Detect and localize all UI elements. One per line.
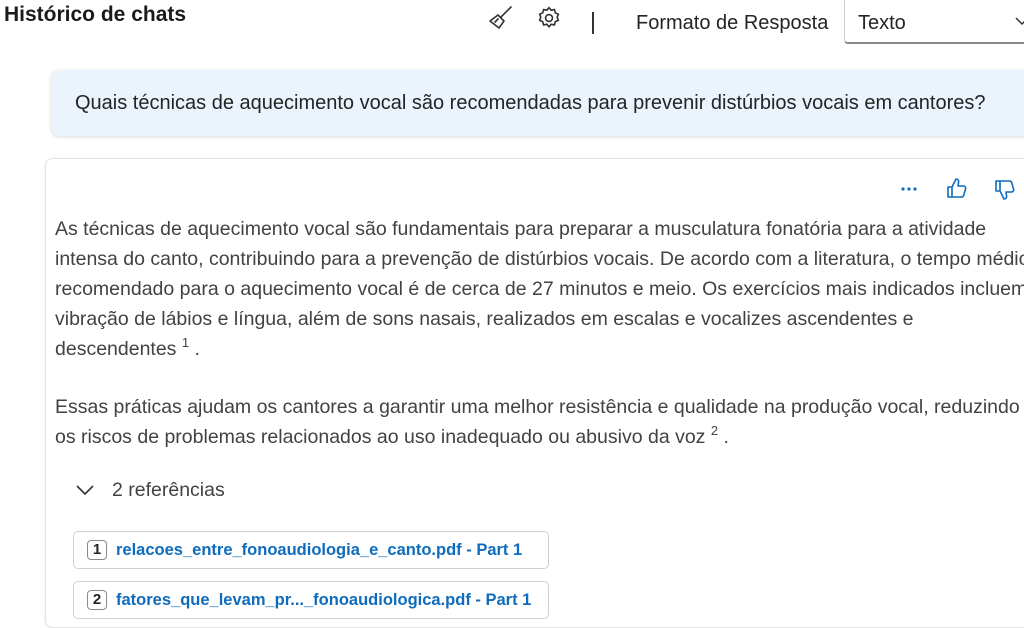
answer-paragraph-text: Essas práticas ajudam os cantores a gara…	[55, 396, 1020, 448]
reference-number: 2	[87, 590, 107, 610]
references-label: 2 referências	[112, 479, 225, 501]
format-select-value: Texto	[858, 12, 906, 34]
broom-icon[interactable]	[488, 5, 514, 31]
thumbs-down-icon[interactable]	[993, 178, 1015, 202]
reference-chip[interactable]: 1 relacoes_entre_fonoaudiologia_e_canto.…	[73, 531, 549, 569]
toolbar-divider	[592, 12, 594, 34]
answer-paragraph: As técnicas de aquecimento vocal são fun…	[55, 214, 1024, 366]
assistant-answer-card: As técnicas de aquecimento vocal são fun…	[45, 158, 1024, 628]
reference-filename: fatores_que_levam_pr..._fonoaudiologica.…	[116, 591, 532, 609]
answer-paragraph: Essas práticas ajudam os cantores a gara…	[55, 392, 1024, 454]
gear-icon[interactable]	[536, 5, 562, 31]
reference-number: 1	[87, 540, 107, 560]
thumbs-up-icon[interactable]	[945, 176, 967, 200]
period: .	[194, 338, 200, 360]
reference-filename: relacoes_entre_fonoaudiologia_e_canto.pd…	[116, 541, 523, 559]
more-icon[interactable]	[899, 183, 919, 195]
user-question-bubble: Quais técnicas de aquecimento vocal são …	[51, 70, 1024, 136]
chevron-down-icon	[1015, 17, 1024, 26]
page-title: Histórico de chats	[4, 3, 187, 26]
user-question-text: Quais técnicas de aquecimento vocal são …	[75, 92, 986, 114]
format-label: Formato de Resposta	[636, 12, 829, 34]
citation-marker[interactable]: 2	[711, 423, 718, 438]
reference-chip[interactable]: 2 fatores_que_levam_pr..._fonoaudiologic…	[73, 581, 549, 619]
answer-paragraph-text: As técnicas de aquecimento vocal são fun…	[55, 218, 1024, 360]
chevron-down-icon	[76, 485, 94, 496]
citation-marker[interactable]: 1	[182, 335, 189, 350]
format-select[interactable]: Texto	[844, 0, 1024, 44]
period: .	[723, 426, 729, 448]
